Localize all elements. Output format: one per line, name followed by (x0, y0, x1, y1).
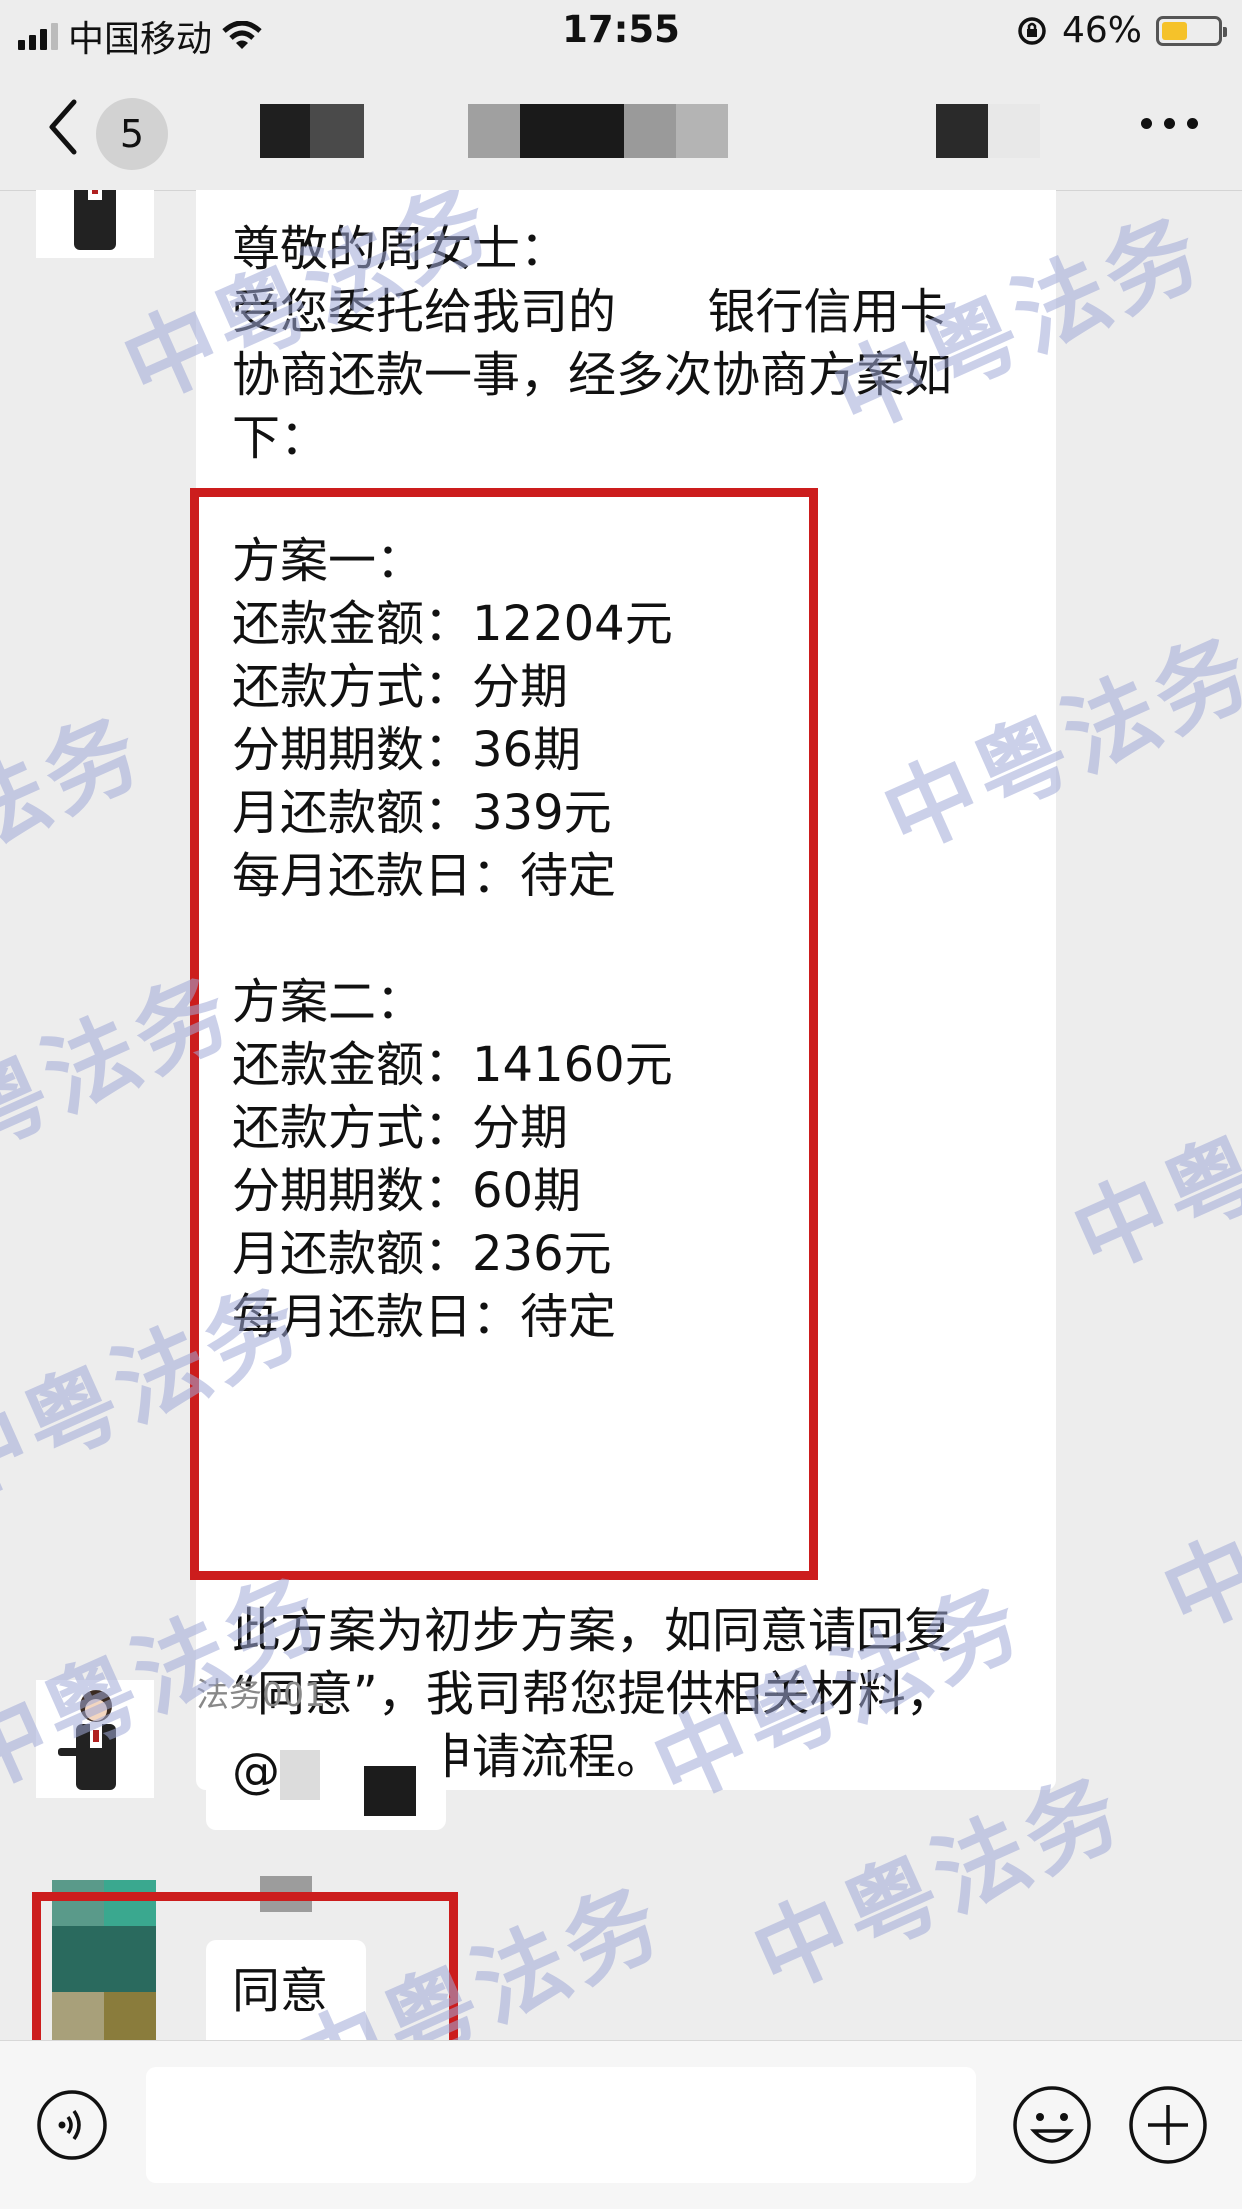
unread-count-badge[interactable]: 5 (96, 98, 168, 170)
message-input[interactable] (146, 2067, 976, 2183)
message-intro: 尊敬的周女士： 受您委托给我司的 银行信用卡 协商还款一事，经多次协商方案如 下… (232, 221, 953, 466)
lawyer-avatar-icon (74, 190, 116, 250)
input-bar (0, 2040, 1242, 2209)
highlight-box (32, 1892, 458, 2040)
status-right: 46% (1016, 10, 1227, 51)
battery-fill (1162, 21, 1187, 40)
status-bar: 中国移动 17:55 46% (0, 0, 1242, 62)
avatar[interactable] (36, 190, 154, 258)
plan-details: 方案一： 还款金额：12204元 还款方式：分期 分期期数：36期 月还款额：3… (232, 533, 673, 1345)
more-dots-icon[interactable] (1141, 118, 1198, 129)
rotation-lock-icon (1018, 16, 1046, 45)
chevron-left-icon[interactable] (40, 92, 100, 162)
redacted-mention (280, 1750, 320, 1800)
battery-icon (1156, 15, 1227, 46)
avatar[interactable] (36, 1680, 154, 1798)
lawyer-avatar-icon (58, 1690, 116, 1790)
emoji-icon[interactable] (1012, 2085, 1092, 2165)
redacted-mention (364, 1766, 416, 1816)
sender-name: 法务001 (196, 1675, 325, 1714)
message-list[interactable]: 尊敬的周女士： 受您委托给我司的 银行信用卡 协商还款一事，经多次协商方案如 下… (0, 190, 1242, 2040)
voice-icon[interactable] (36, 2089, 108, 2161)
plus-icon[interactable] (1128, 2085, 1208, 2165)
chat-header: 5 (0, 62, 1242, 191)
battery-percent: 46% (1061, 10, 1142, 51)
mention-text: @ (232, 1743, 280, 1799)
